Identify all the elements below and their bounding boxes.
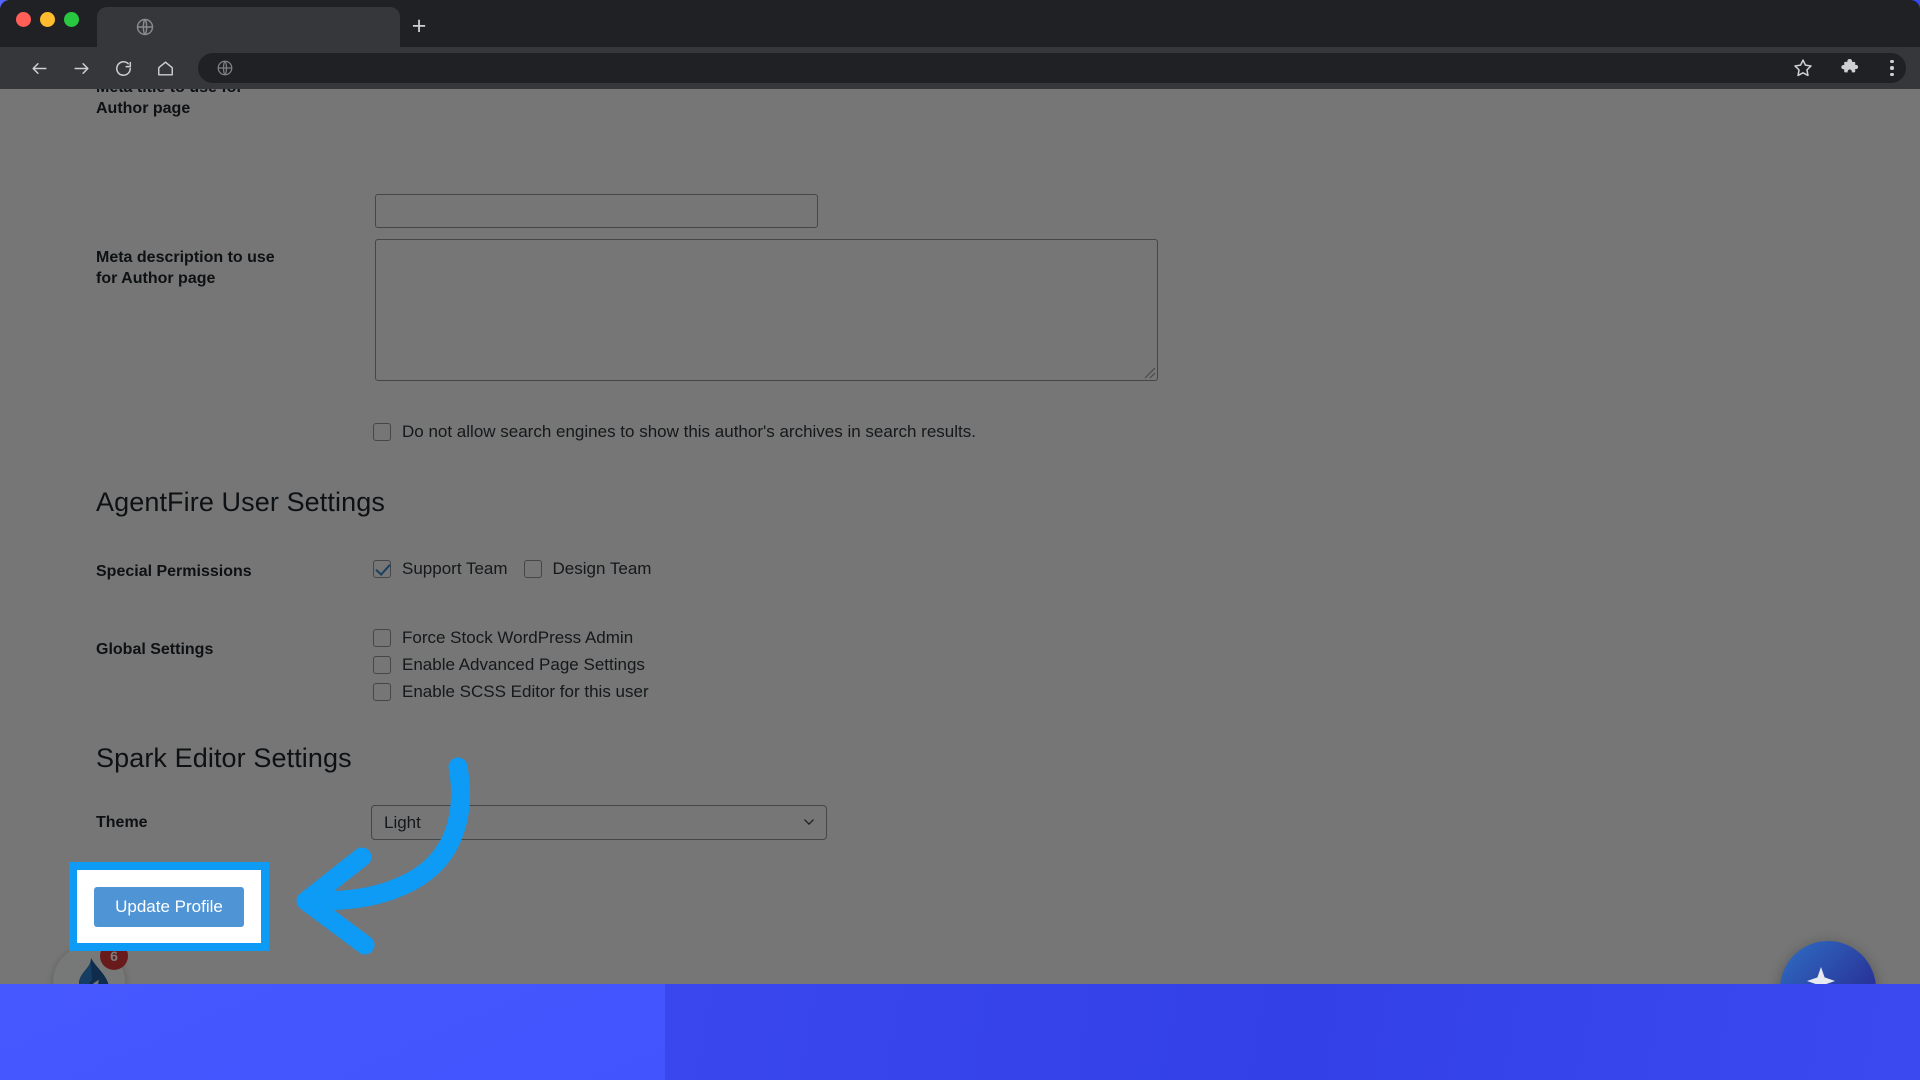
update-profile-button[interactable]: Update Profile <box>96 889 246 931</box>
agentfire-notification-badge: 6 <box>100 942 128 970</box>
scss-editor-label: Enable SCSS Editor for this user <box>402 682 649 701</box>
checkbox-support-team[interactable]: Support Team <box>373 559 508 579</box>
special-permissions-label: Special Permissions <box>96 563 252 580</box>
new-tab-button[interactable]: + <box>405 14 433 42</box>
forward-arrow-icon[interactable] <box>64 51 98 85</box>
extensions-puzzle-icon[interactable] <box>1840 57 1862 79</box>
menu-dot <box>1890 59 1894 64</box>
checkbox-advanced-page-settings[interactable]: Enable Advanced Page Settings <box>373 655 649 675</box>
chevron-down-icon <box>804 819 814 825</box>
meta-title-row: Meta title to use for Author page <box>96 89 301 120</box>
checkbox-force-stock-admin[interactable]: Force Stock WordPress Admin <box>373 628 649 648</box>
meta-title-input[interactable] <box>375 194 818 228</box>
theme-row: Theme <box>96 812 301 833</box>
noindex-label: Do not allow search engines to show this… <box>402 422 976 441</box>
meta-description-textarea[interactable] <box>375 239 1158 381</box>
agentfire-section-heading: AgentFire User Settings <box>96 487 385 517</box>
theme-select[interactable]: Light <box>371 805 827 840</box>
browser-window: + Author page Meta description to use fo… <box>0 0 1920 984</box>
noindex-checkbox[interactable] <box>373 423 391 441</box>
advanced-page-settings-label: Enable Advanced Page Settings <box>402 655 645 674</box>
theme-label: Theme <box>96 814 148 831</box>
browser-tab[interactable] <box>97 7 400 47</box>
advanced-page-settings-checkbox[interactable] <box>373 656 391 674</box>
menu-dot <box>1890 72 1894 77</box>
support-team-checkbox[interactable] <box>373 560 391 578</box>
globe-icon <box>217 60 233 76</box>
special-permissions-row: Special Permissions <box>96 561 301 582</box>
reload-icon[interactable] <box>106 51 140 85</box>
browser-toolbar <box>0 47 1920 89</box>
sparkles-icon <box>1807 967 1835 984</box>
window-maximize-button[interactable] <box>64 12 79 27</box>
menu-dot <box>1890 66 1894 70</box>
theme-select-value: Light <box>384 812 421 832</box>
global-settings-row: Global Settings <box>96 639 301 660</box>
address-bar[interactable] <box>198 53 1906 83</box>
ai-assistant-button[interactable] <box>1780 941 1876 984</box>
bookmark-star-icon[interactable] <box>1792 57 1814 79</box>
back-arrow-icon[interactable] <box>22 51 56 85</box>
meta-description-label: Meta description to use for Author page <box>96 249 275 288</box>
force-stock-admin-label: Force Stock WordPress Admin <box>402 628 634 647</box>
meta-title-label: Meta title to use for Author page <box>96 89 243 118</box>
wordpress-profile-form: Meta title to use for Author page Meta d… <box>0 89 1920 984</box>
window-close-button[interactable] <box>16 12 31 27</box>
global-settings-options: Force Stock WordPress Admin Enable Advan… <box>373 628 649 702</box>
window-traffic-lights <box>16 12 79 27</box>
scss-editor-checkbox[interactable] <box>373 683 391 701</box>
design-team-label: Design Team <box>552 559 652 578</box>
global-settings-label: Global Settings <box>96 641 214 658</box>
spark-section-heading: Spark Editor Settings <box>96 743 352 773</box>
browser-tab-strip: + <box>0 0 1920 47</box>
force-stock-admin-checkbox[interactable] <box>373 629 391 647</box>
noindex-checkbox-row[interactable]: Do not allow search engines to show this… <box>373 422 976 442</box>
design-team-checkbox[interactable] <box>523 560 542 578</box>
page-viewport: Meta title to use for Author page Meta d… <box>0 89 1920 984</box>
checkbox-scss-editor[interactable]: Enable SCSS Editor for this user <box>373 682 649 702</box>
home-icon[interactable] <box>148 51 182 85</box>
globe-icon <box>136 18 154 36</box>
browser-menu-icon[interactable] <box>1882 55 1902 81</box>
support-team-label: Support Team <box>402 559 508 578</box>
special-permissions-options: Support Team Design Team <box>373 559 651 579</box>
checkbox-design-team[interactable]: Design Team <box>523 559 652 579</box>
agentfire-launcher-button[interactable]: 6 <box>53 942 128 984</box>
window-minimize-button[interactable] <box>40 12 55 27</box>
meta-description-row: Meta description to use for Author page <box>96 247 301 290</box>
